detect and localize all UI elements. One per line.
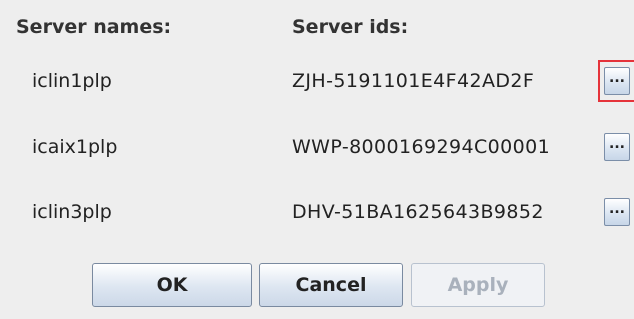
cancel-button[interactable]: Cancel xyxy=(259,263,403,307)
browse-ellipsis-button[interactable]: ... xyxy=(604,67,630,95)
server-row: iclin1plp ZJH-5191101E4F42AD2F ... xyxy=(0,60,634,102)
apply-button[interactable]: Apply xyxy=(411,263,545,307)
server-id-field[interactable]: DHV-51BA1625643B9852 xyxy=(292,201,598,223)
server-ids-header: Server ids: xyxy=(292,16,409,38)
server-name: iclin1plp xyxy=(32,70,112,92)
server-names-header: Server names: xyxy=(16,16,172,38)
server-row: iclin3plp DHV-51BA1625643B9852 ... xyxy=(0,191,634,233)
browse-ellipsis-button[interactable]: ... xyxy=(604,198,630,226)
server-id-field[interactable]: ZJH-5191101E4F42AD2F xyxy=(292,70,598,92)
server-name: icaix1plp xyxy=(32,136,118,158)
ok-button[interactable]: OK xyxy=(92,263,252,307)
server-name: iclin3plp xyxy=(32,201,112,223)
server-row: icaix1plp WWP-8000169294C00001 ... xyxy=(0,126,634,168)
browse-ellipsis-button[interactable]: ... xyxy=(604,133,630,161)
server-id-field[interactable]: WWP-8000169294C00001 xyxy=(292,136,598,158)
